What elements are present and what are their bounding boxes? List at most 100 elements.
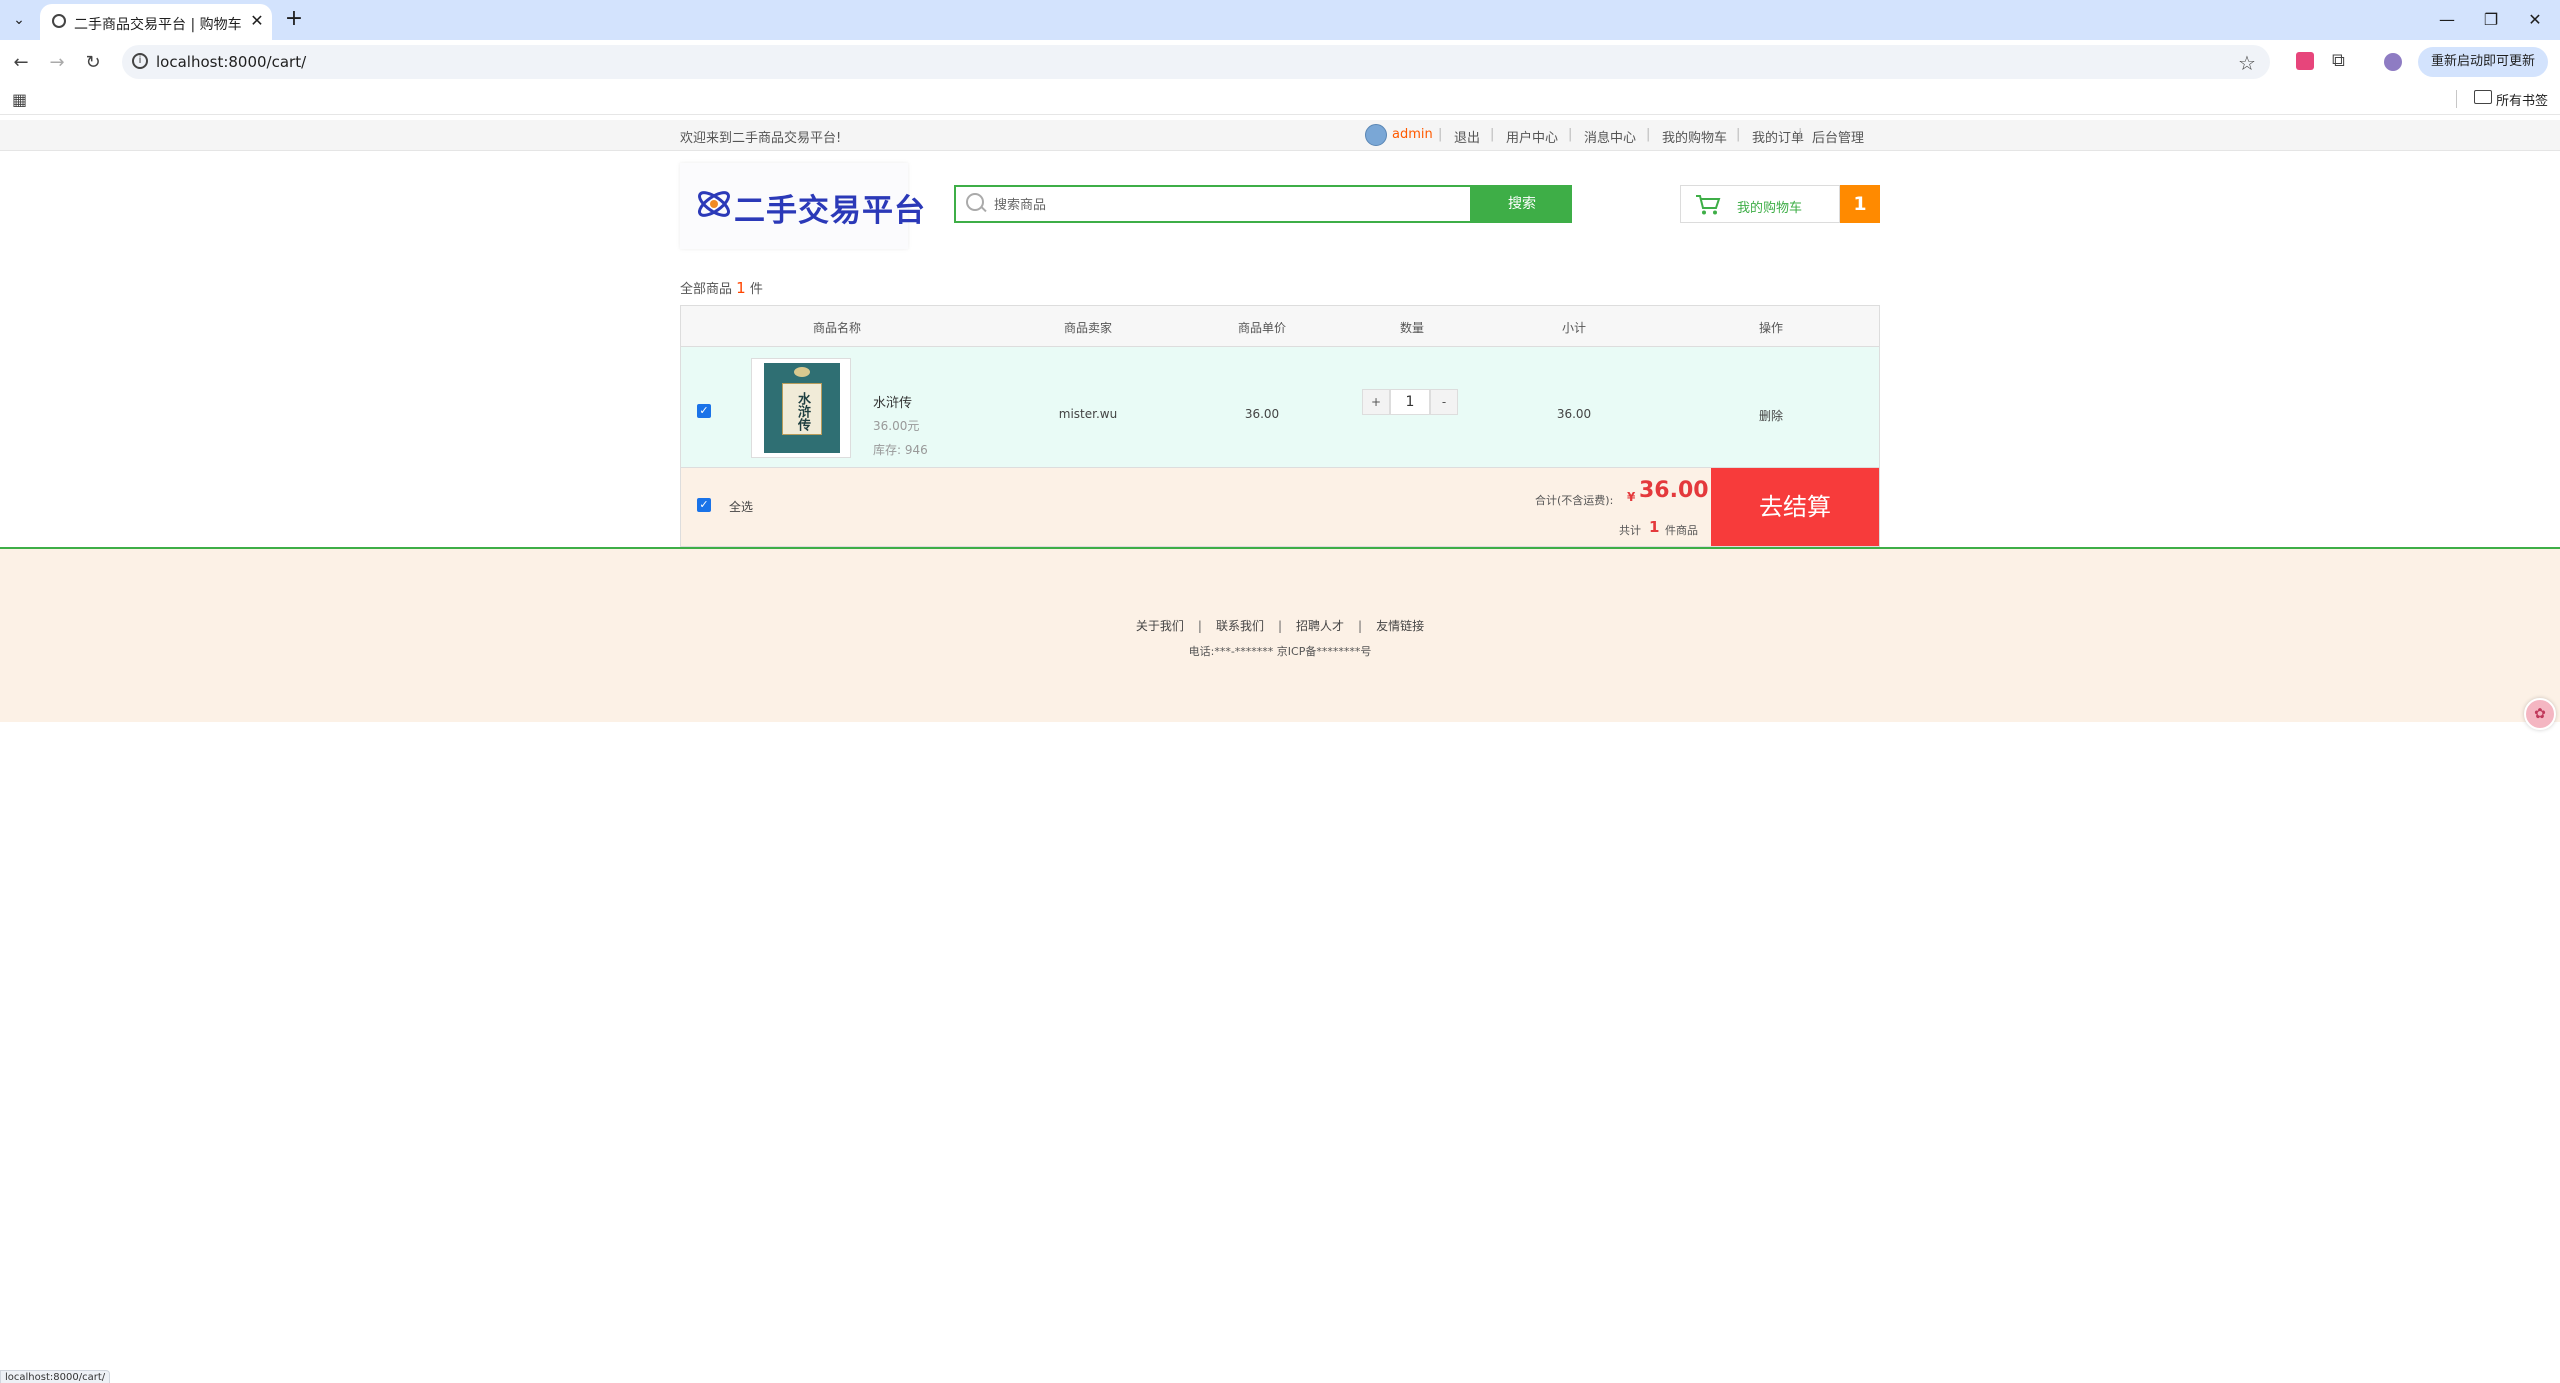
user-center-link[interactable]: 用户中心 [1506,127,1558,146]
back-icon[interactable]: ← [8,50,34,76]
cart-summary-suffix: 件 [749,282,763,297]
separator: | [1798,127,1803,142]
cart-summary-prefix: 全部商品 [680,282,733,297]
folder-icon [2474,90,2492,104]
message-center-link[interactable]: 消息中心 [1584,127,1636,146]
footer-links: 关于我们 | 联系我们 | 招聘人才 | 友情链接 [0,617,2560,634]
tab-close-icon[interactable]: ✕ [248,12,266,30]
search-box [954,185,1472,223]
item-subtotal: 36.00 [1556,407,1592,421]
item-seller: mister.wu [1058,407,1118,421]
search-input[interactable] [992,187,1466,223]
separator: | [1438,127,1443,142]
delete-item-link[interactable]: 删除 [1759,407,1783,424]
item-count-prefix: 共计 [1619,524,1641,537]
cart-summary-count: 1 [736,279,746,297]
item-image[interactable]: 水浒传 [751,358,851,458]
cart-count-badge: 1 [1840,185,1880,223]
footer-link-about[interactable]: 关于我们 [1136,619,1184,633]
item-stock-label: 库存: [873,443,902,457]
column-header-name: 商品名称 [812,321,862,335]
forward-icon[interactable]: → [44,50,70,76]
site-top-bar: 欢迎来到二手商品交易平台! admin | 退出 | 用户中心 | 消息中心 |… [0,120,2560,151]
url-text[interactable]: localhost:8000/cart/ [156,53,306,71]
book-seal [794,367,810,377]
site-info-icon[interactable]: i [132,53,148,69]
restore-icon[interactable]: ❐ [2478,8,2504,32]
cart-table: 商品名称 商品卖家 商品单价 数量 小计 操作 ✓ 水浒传 水浒传 36.00元… [680,305,1880,547]
logout-link[interactable]: 退出 [1454,127,1480,146]
cart-item-row: ✓ 水浒传 水浒传 36.00元 库存: 946 mister.wu 36.00… [681,347,1879,468]
quantity-decrease-button[interactable]: - [1430,389,1458,415]
cart-total-bar: ✓ 全选 合计(不含运费): ¥ 36.00 共计 1 件商品 去结算 [681,468,1879,546]
tab-title: 二手商品交易平台 | 购物车 [74,17,242,33]
select-all-checkbox[interactable]: ✓ [697,498,711,512]
book-cover: 水浒传 [764,363,840,453]
username-link[interactable]: admin [1392,127,1433,142]
footer-link-friends[interactable]: 友情链接 [1376,619,1424,633]
footer-separator: | [1358,619,1363,633]
separator: | [1736,127,1741,142]
search-button[interactable]: 搜索 [1472,185,1572,223]
cart-summary: 全部商品 1 件 [680,278,763,297]
user-avatar[interactable] [1365,124,1387,146]
footer-separator: | [1277,619,1283,633]
extension-icon[interactable] [2296,52,2314,70]
header-cart-button[interactable]: 我的购物车 [1680,185,1840,223]
site-logo[interactable]: 二手交易平台 [680,163,925,249]
item-stock-value: 946 [904,443,928,457]
apps-grid-icon[interactable]: ▦ [12,90,27,109]
extensions-puzzle-icon[interactable]: ⧉ [2332,50,2345,71]
logo-text: 二手交易平台 [734,193,926,229]
item-name[interactable]: 水浒传 [873,392,912,411]
tab-search-icon[interactable]: ⌄ [8,9,30,31]
column-header-unit-price: 商品单价 [1237,321,1287,335]
item-unit-price: 36.00 [1244,407,1280,421]
minimize-icon[interactable]: — [2434,8,2460,32]
quantity-input[interactable]: 1 [1390,389,1430,415]
window-close-icon[interactable]: ✕ [2522,8,2548,32]
select-all-label[interactable]: 全选 [729,498,753,515]
atom-logo-icon [698,191,730,217]
book-title-band: 水浒传 [782,383,822,435]
address-bar[interactable]: i localhost:8000/cart/ ☆ [122,45,2270,79]
bookmark-divider [2456,90,2457,108]
separator: | [1490,127,1495,142]
book-cover-title: 水浒传 [795,392,810,431]
update-button[interactable]: 重新启动即可更新 [2418,47,2548,77]
browser-toolbar: ← → ↻ i localhost:8000/cart/ ☆ ⧉ 重新启动即可更… [0,40,2560,84]
separator: | [1646,127,1651,142]
translate-widget-icon[interactable]: ✿ [2524,698,2556,730]
admin-link[interactable]: 后台管理 [1812,127,1864,146]
my-cart-link[interactable]: 我的购物车 [1662,127,1727,146]
footer-info: 电话:***-******* 京ICP备********号 [1188,645,1372,658]
item-count-value: 1 [1649,518,1660,536]
browser-tab-bar: ⌄ 二手商品交易平台 | 购物车 ✕ + — ❐ ✕ [0,0,2560,40]
search-icon [966,193,984,211]
bookmark-star-icon[interactable]: ☆ [2238,51,2256,75]
cart-label: 我的购物车 [1737,201,1803,216]
column-header-quantity: 数量 [1399,321,1425,335]
cart-table-header: 商品名称 商品卖家 商品单价 数量 小计 操作 [681,306,1879,347]
bookmark-bar: ▦ 所有书签 [0,84,2560,115]
profile-avatar[interactable] [2384,53,2402,71]
my-orders-link[interactable]: 我的订单 [1752,127,1804,146]
browser-tab-active[interactable]: 二手商品交易平台 | 购物车 ✕ [40,4,272,40]
all-bookmarks-link[interactable]: 所有书签 [2496,90,2548,109]
quantity-increase-button[interactable]: + [1362,389,1390,415]
total-amount: 36.00 [1639,478,1709,503]
column-header-seller: 商品卖家 [1063,321,1113,335]
total-currency: ¥ [1627,490,1636,504]
reload-icon[interactable]: ↻ [80,50,106,76]
total-label: 合计(不含运费): [1535,494,1614,507]
item-checkbox[interactable]: ✓ [697,404,711,418]
welcome-text: 欢迎来到二手商品交易平台! [680,131,842,146]
footer-link-jobs[interactable]: 招聘人才 [1296,619,1344,633]
new-tab-icon[interactable]: + [282,8,306,32]
footer-link-contact[interactable]: 联系我们 [1216,619,1264,633]
item-count-suffix: 件商品 [1665,524,1698,537]
item-stock: 库存: 946 [873,441,928,458]
checkout-button[interactable]: 去结算 [1711,468,1879,546]
item-price-text: 36.00元 [873,419,920,433]
shopping-cart-icon [1696,195,1721,215]
